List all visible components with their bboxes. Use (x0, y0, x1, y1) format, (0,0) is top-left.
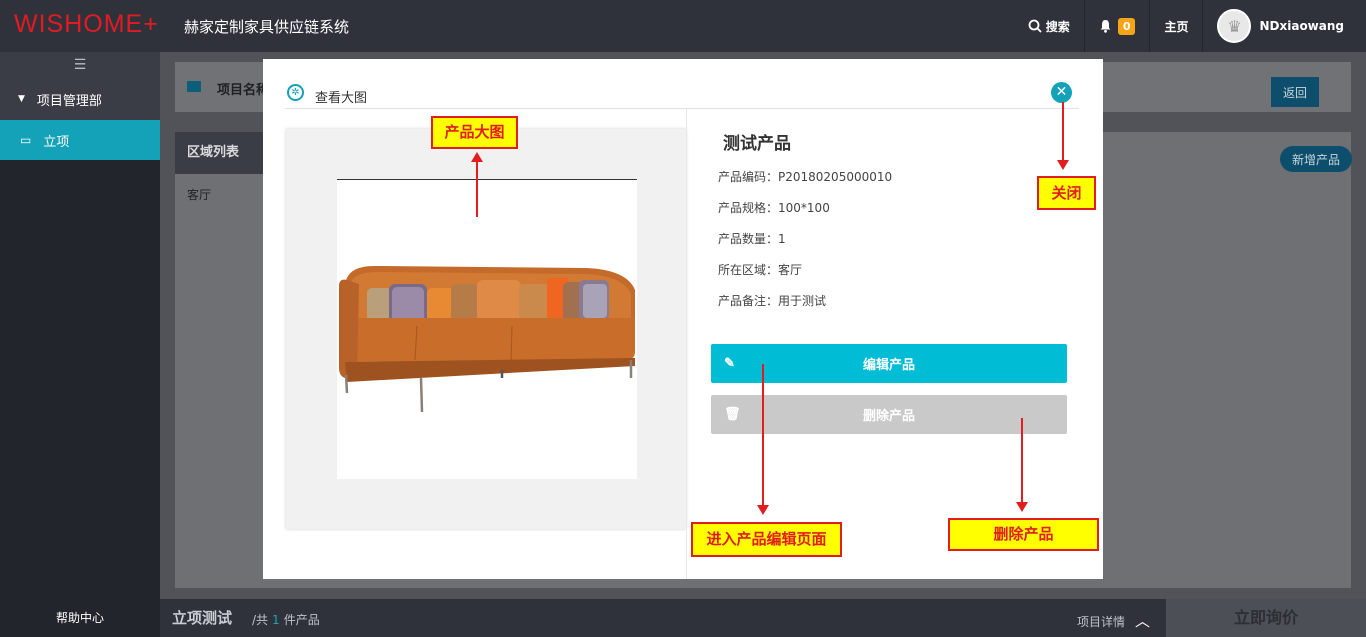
search-button[interactable]: 搜索 (1014, 0, 1084, 52)
field-value: 1 (778, 232, 786, 246)
search-icon (1028, 19, 1042, 33)
delete-label: 删除产品 (862, 408, 915, 423)
avatar: ♛ (1217, 9, 1252, 43)
caret-down-icon: ▼ (18, 94, 25, 104)
notification-badge: 0 (1117, 17, 1136, 35)
new-product-button[interactable]: 新增产品 (1280, 146, 1352, 172)
field-label: 产品规格： (718, 201, 779, 215)
count-prefix: /共 (252, 613, 269, 627)
app-logo[interactable]: WISHOME+ (14, 10, 159, 39)
product-name: 测试产品 (723, 134, 791, 154)
sofa-image (339, 265, 635, 413)
sidebar-item-project-setup[interactable]: ▭ 立项 (0, 120, 160, 160)
top-nav: 搜索 0 主页 ♛ NDxiaowang (1014, 0, 1366, 52)
sidebar-department[interactable]: ▼ 项目管理部 (0, 78, 160, 120)
back-button[interactable]: 返回 (1271, 77, 1319, 107)
project-detail-toggle[interactable]: 项目详情 ︿ (1077, 610, 1150, 631)
field-label: 产品备注： (718, 294, 779, 308)
field-label: 产品编码： (718, 170, 779, 184)
help-center-link[interactable]: 帮助中心 (0, 599, 160, 637)
annotation-arrow-delete (1016, 418, 1028, 512)
bottom-bar: 帮助中心 立项测试 /共 1 件产品 项目详情 ︿ 立即询价 (0, 599, 1366, 637)
image-panel (286, 129, 686, 529)
calendar-icon: ▭ (20, 133, 32, 147)
footer-project-name: 立项测试 (172, 609, 233, 627)
project-summary-bar: 立项测试 /共 1 件产品 项目详情 ︿ (160, 599, 1166, 637)
modal-divider (686, 109, 687, 579)
chevron-up-icon: ︿ (1134, 612, 1150, 630)
search-label: 搜索 (1045, 19, 1070, 34)
product-spec: 产品规格：100*100 (718, 199, 892, 230)
annotation-arrow-close (1057, 102, 1069, 170)
detail-label: 项目详情 (1076, 615, 1125, 629)
annotation-close: 关闭 (1037, 176, 1096, 210)
field-value: 100*100 (778, 201, 830, 215)
aperture-icon: ✲ (287, 84, 304, 101)
username: NDxiaowang (1259, 19, 1344, 33)
product-count: /共 1 件产品 (252, 611, 320, 628)
trash-icon: 🗑 (724, 406, 741, 421)
annotation-big-image: 产品大图 (431, 116, 518, 149)
product-note: 产品备注：用于测试 (718, 292, 892, 323)
count-suffix: 件产品 (283, 613, 320, 627)
pencil-icon: ✎ (724, 355, 735, 370)
menu-toggle-icon[interactable]: ☰ (0, 52, 160, 78)
top-bar: WISHOME+ 赫家定制家具供应链系统 搜索 0 主页 ♛ NDxiaowan… (0, 0, 1366, 52)
annotation-arrow-edit (757, 364, 769, 515)
modal-title: 查看大图 (315, 91, 368, 106)
delete-product-button[interactable]: 🗑 删除产品 (711, 395, 1067, 434)
sidebar: ☰ ▼ 项目管理部 ▭ 立项 (0, 52, 160, 599)
product-image-modal: ✲ 查看大图 ✕ 测试产品 产品编码：P20180205000010 产品规格：… (263, 59, 1103, 579)
modal-header: ✲ 查看大图 (285, 81, 1079, 109)
close-icon[interactable]: ✕ (1051, 82, 1072, 103)
home-link[interactable]: 主页 (1149, 0, 1202, 52)
project-label: 项目名称 (217, 83, 270, 98)
sidebar-item-label: 立项 (43, 134, 70, 150)
field-value: 用于测试 (778, 294, 827, 308)
edit-label: 编辑产品 (862, 357, 915, 372)
bell-icon (1100, 20, 1111, 33)
product-quantity: 产品数量：1 (718, 230, 892, 261)
annotation-edit-page: 进入产品编辑页面 (691, 522, 842, 557)
product-code: 产品编码：P20180205000010 (718, 168, 892, 199)
field-label: 所在区域： (718, 263, 779, 277)
count-number: 1 (272, 613, 280, 627)
product-info: 测试产品 产品编码：P20180205000010 产品规格：100*100 产… (718, 129, 892, 323)
field-label: 产品数量： (718, 232, 779, 246)
field-value: 客厅 (778, 263, 803, 277)
inquiry-button[interactable]: 立即询价 (1166, 599, 1366, 637)
notification-button[interactable]: 0 (1083, 0, 1150, 52)
user-menu[interactable]: ♛ NDxiaowang (1202, 0, 1366, 52)
product-area: 所在区域：客厅 (718, 261, 892, 292)
product-image (337, 179, 637, 479)
system-title: 赫家定制家具供应链系统 (184, 18, 350, 36)
edit-product-button[interactable]: ✎ 编辑产品 (711, 344, 1067, 383)
folder-icon (187, 81, 201, 92)
department-label: 项目管理部 (36, 93, 102, 109)
annotation-delete: 删除产品 (948, 518, 1099, 551)
annotation-arrow-big-image (471, 152, 483, 217)
field-value: P20180205000010 (778, 170, 893, 184)
